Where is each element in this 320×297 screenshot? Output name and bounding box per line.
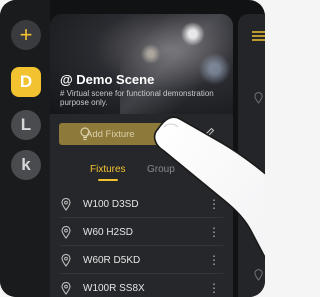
fixture-name: W100 D3SD (83, 198, 139, 210)
fixture-row[interactable]: W100 D3SD ⋮ (50, 190, 233, 218)
location-pin-icon (61, 225, 71, 239)
more-options-icon[interactable]: ⋮ (208, 198, 220, 210)
more-options-icon[interactable]: ⋮ (208, 282, 220, 294)
location-pin-icon (61, 253, 71, 267)
scene-description: # Virtual scene for functional demonstra… (60, 89, 214, 107)
scene-item-d[interactable]: D (11, 67, 41, 97)
side-panel (238, 14, 265, 297)
tab-group[interactable]: Group (147, 164, 175, 175)
location-pin-icon (61, 197, 71, 211)
fixture-name: W100R SS8X (83, 282, 145, 294)
add-fixture-label: Add Fixture (86, 128, 135, 140)
scene-title: @ Demo Scene (60, 72, 155, 87)
scene-item-l[interactable]: L (11, 110, 41, 140)
more-options-icon[interactable]: ⋮ (208, 254, 220, 266)
fixture-row[interactable]: W100R SS8X ⋮ (50, 274, 233, 297)
tab-fixtures[interactable]: Fixtures (90, 164, 126, 175)
menu-icon[interactable] (252, 31, 265, 41)
active-tab-indicator (98, 179, 118, 181)
location-pin-icon (254, 194, 263, 206)
location-pin-icon (61, 281, 71, 295)
fixture-row[interactable]: W60R D5KD ⋮ (50, 246, 233, 274)
location-pin-icon (254, 92, 263, 104)
fixture-name: W60R D5KD (83, 254, 141, 266)
scene-panel: @ Demo Scene # Virtual scene for functio… (50, 14, 233, 297)
more-options-icon[interactable]: ⋮ (208, 226, 220, 238)
scene-item-k[interactable]: k (11, 150, 41, 180)
add-scene-button[interactable]: + (11, 20, 41, 50)
location-pin-icon (254, 269, 263, 281)
fixture-name: W60 H2SD (83, 226, 134, 238)
app-window: + D L k @ Demo Scene # Virtual scene for… (0, 0, 265, 297)
scene-rail: + D L k (0, 0, 50, 297)
fixture-row[interactable]: W60 H2SD ⋮ (50, 218, 233, 246)
edit-icon[interactable] (202, 126, 216, 140)
bulb-icon (80, 127, 90, 141)
